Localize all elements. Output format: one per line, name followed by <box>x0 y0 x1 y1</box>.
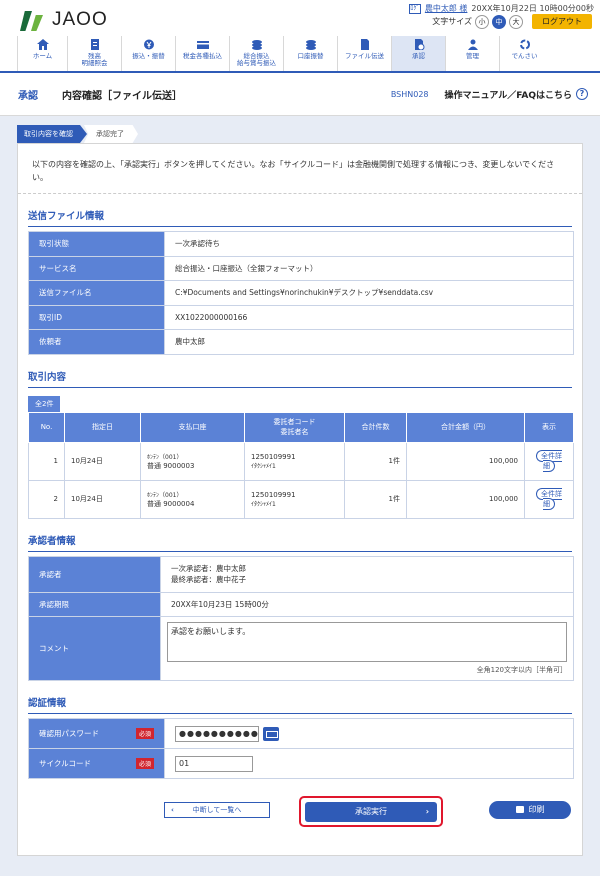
recycle-icon <box>519 39 531 50</box>
table-row: サイクルコード 必須 01 <box>28 748 574 779</box>
button-row: ‹ 中断して一覧へ 承認実行 › 印刷 <box>18 796 584 836</box>
font-size-small[interactable]: 小 <box>475 14 489 29</box>
screen-code: BSHN028 <box>390 89 429 99</box>
table-row: 1 10月24日 ﾎﾝﾃﾝ（001） 普通 9000003 1250109991 ｲ… <box>28 441 574 481</box>
help-link[interactable]: 操作マニュアル／FAQはこちら ? <box>445 88 588 101</box>
table-row: 確認用パスワード 必須 ●●●●●●●●●● <box>28 718 574 749</box>
required-badge: 必須 <box>135 758 154 769</box>
section-title: 承認 <box>18 90 38 102</box>
cycle-code-input[interactable]: 01 <box>175 755 253 772</box>
table-row: 送信ファイル名 C:¥Documents and Settings¥norinch… <box>28 280 574 306</box>
auth-table: 確認用パスワード 必須 ●●●●●●●●●● サイクルコード 必須 01 <box>28 718 574 779</box>
logo-mark <box>18 9 50 31</box>
login-datetime: 20XX年10月22日 10時00分00秒 <box>471 4 594 13</box>
font-size-large[interactable]: 大 <box>509 14 523 29</box>
password-input[interactable]: ●●●●●●●●●● <box>175 725 259 742</box>
main-panel: 以下の内容を確認の上、「承認実行」ボタンを押してください。なお「サイクルコード」… <box>17 143 583 856</box>
nav-approval[interactable]: 承認 <box>391 36 445 71</box>
step-current: 取引内容を確認 <box>17 125 87 143</box>
user-info: ﾛｸﾞ 農中太郎 様 20XX年10月22日 10時00分00秒 <box>408 3 594 14</box>
table-row: サービス名 総合振込・口座振込（全銀フォーマット） <box>28 255 574 281</box>
keyboard-icon[interactable] <box>263 726 279 741</box>
nav-home[interactable]: ホーム <box>17 36 67 71</box>
coins-icon <box>251 39 263 50</box>
back-to-list-button[interactable]: ‹ 中断して一覧へ <box>164 802 270 818</box>
nav-debit[interactable]: 口座振替 <box>283 36 337 71</box>
logo-text: JAOO <box>52 9 108 30</box>
table-row: コメント 承認をお願いします。 全角120文字以内［半角可］ <box>28 616 574 681</box>
step-next: 承認完了 <box>84 125 138 143</box>
chevron-right-icon: › <box>425 807 429 816</box>
nav-file-transfer[interactable]: ファイル伝送 <box>337 36 391 71</box>
print-button[interactable]: 印刷 <box>489 801 571 819</box>
nav-transfer[interactable]: 振込・振替 <box>121 36 175 71</box>
send-file-heading: 送信ファイル情報 <box>28 194 572 227</box>
yen-icon <box>143 39 155 50</box>
nav-bulk-transfer[interactable]: 総合振込 給与賞与振込 <box>229 36 283 71</box>
card-icon <box>196 39 209 50</box>
comment-note: 全角120文字以内［半角可］ <box>476 666 567 674</box>
nav-densai[interactable]: でんさい <box>499 36 549 71</box>
top-header: JAOO ﾛｸﾞ 農中太郎 様 20XX年10月22日 10時00分00秒 文字… <box>0 0 600 36</box>
table-row: 取引ID XX1022000000166 <box>28 304 574 330</box>
logout-button[interactable]: ログアウト <box>532 14 592 29</box>
intro-text: 以下の内容を確認の上、「承認実行」ボタンを押してください。なお「サイクルコード」… <box>18 144 582 194</box>
table-row: 2 10月24日 ﾎﾝﾃﾝ（001） 普通 9000004 1250109991 ｲ… <box>28 479 574 519</box>
detail-button[interactable]: 全件詳細 <box>536 450 562 472</box>
nav-balance[interactable]: 残高 明細照会 <box>67 36 121 71</box>
comment-textarea[interactable]: 承認をお願いします。 <box>167 622 567 662</box>
page-title: 内容確認［ファイル伝送］ <box>62 90 182 102</box>
transaction-table: No. 指定日 支払口座 委託者コード 委託者名 合計件数 合計金額（円） 表示… <box>28 411 574 519</box>
table-row: 承認者 一次承認者：農中太郎 最終承認者：農中花子 <box>28 555 574 593</box>
user-icon: ﾛｸﾞ <box>408 3 421 14</box>
logo[interactable]: JAOO <box>18 9 108 31</box>
approve-execute-button[interactable]: 承認実行 › <box>305 802 437 822</box>
auth-heading: 認証情報 <box>28 681 572 714</box>
printer-icon <box>515 806 524 813</box>
detail-button[interactable]: 全件詳細 <box>536 488 562 510</box>
send-file-table: 取引状態 一次承認待ち サービス名 総合振込・口座振込（全銀フォーマット） 送信ファ… <box>28 231 574 355</box>
font-size-switcher: 文字サイズ 小 中 大 ログアウト <box>432 14 592 29</box>
approver-table: 承認者 一次承認者：農中太郎 最終承認者：農中花子 承認期限 20XX年10月23日 … <box>28 555 574 681</box>
chevron-left-icon: ‹ <box>171 806 174 814</box>
approver-heading: 承認者情報 <box>28 519 572 552</box>
home-icon <box>36 39 49 50</box>
transaction-heading: 取引内容 <box>28 355 572 388</box>
help-icon: ? <box>576 88 588 100</box>
required-badge: 必須 <box>135 728 154 739</box>
page-title-bar: 承認 内容確認［ファイル伝送］ BSHN028 操作マニュアル／FAQはこちら … <box>0 73 600 116</box>
table-row: 取引状態 一次承認待ち <box>28 231 574 257</box>
file-icon <box>359 39 371 50</box>
user-name-link[interactable]: 農中太郎 様 <box>425 3 468 14</box>
execute-highlight: 承認実行 › <box>299 796 443 827</box>
font-size-medium[interactable]: 中 <box>492 14 506 29</box>
coins-icon <box>305 39 317 50</box>
person-icon <box>467 39 479 50</box>
table-row: 承認期限 20XX年10月23日 15時00分 <box>28 591 574 617</box>
record-count: 全2件 <box>28 395 61 412</box>
nav-admin[interactable]: 管理 <box>445 36 499 71</box>
table-row: 依頼者 農中太郎 <box>28 329 574 355</box>
nav-tax[interactable]: 税金各種払込 <box>175 36 229 71</box>
approval-icon <box>413 39 425 50</box>
font-size-label: 文字サイズ <box>432 17 472 26</box>
global-nav: ホーム 残高 明細照会 振込・振替 税金各種払込 総合振込 給与賞与振込 口座振… <box>0 36 600 73</box>
document-icon <box>89 39 101 50</box>
